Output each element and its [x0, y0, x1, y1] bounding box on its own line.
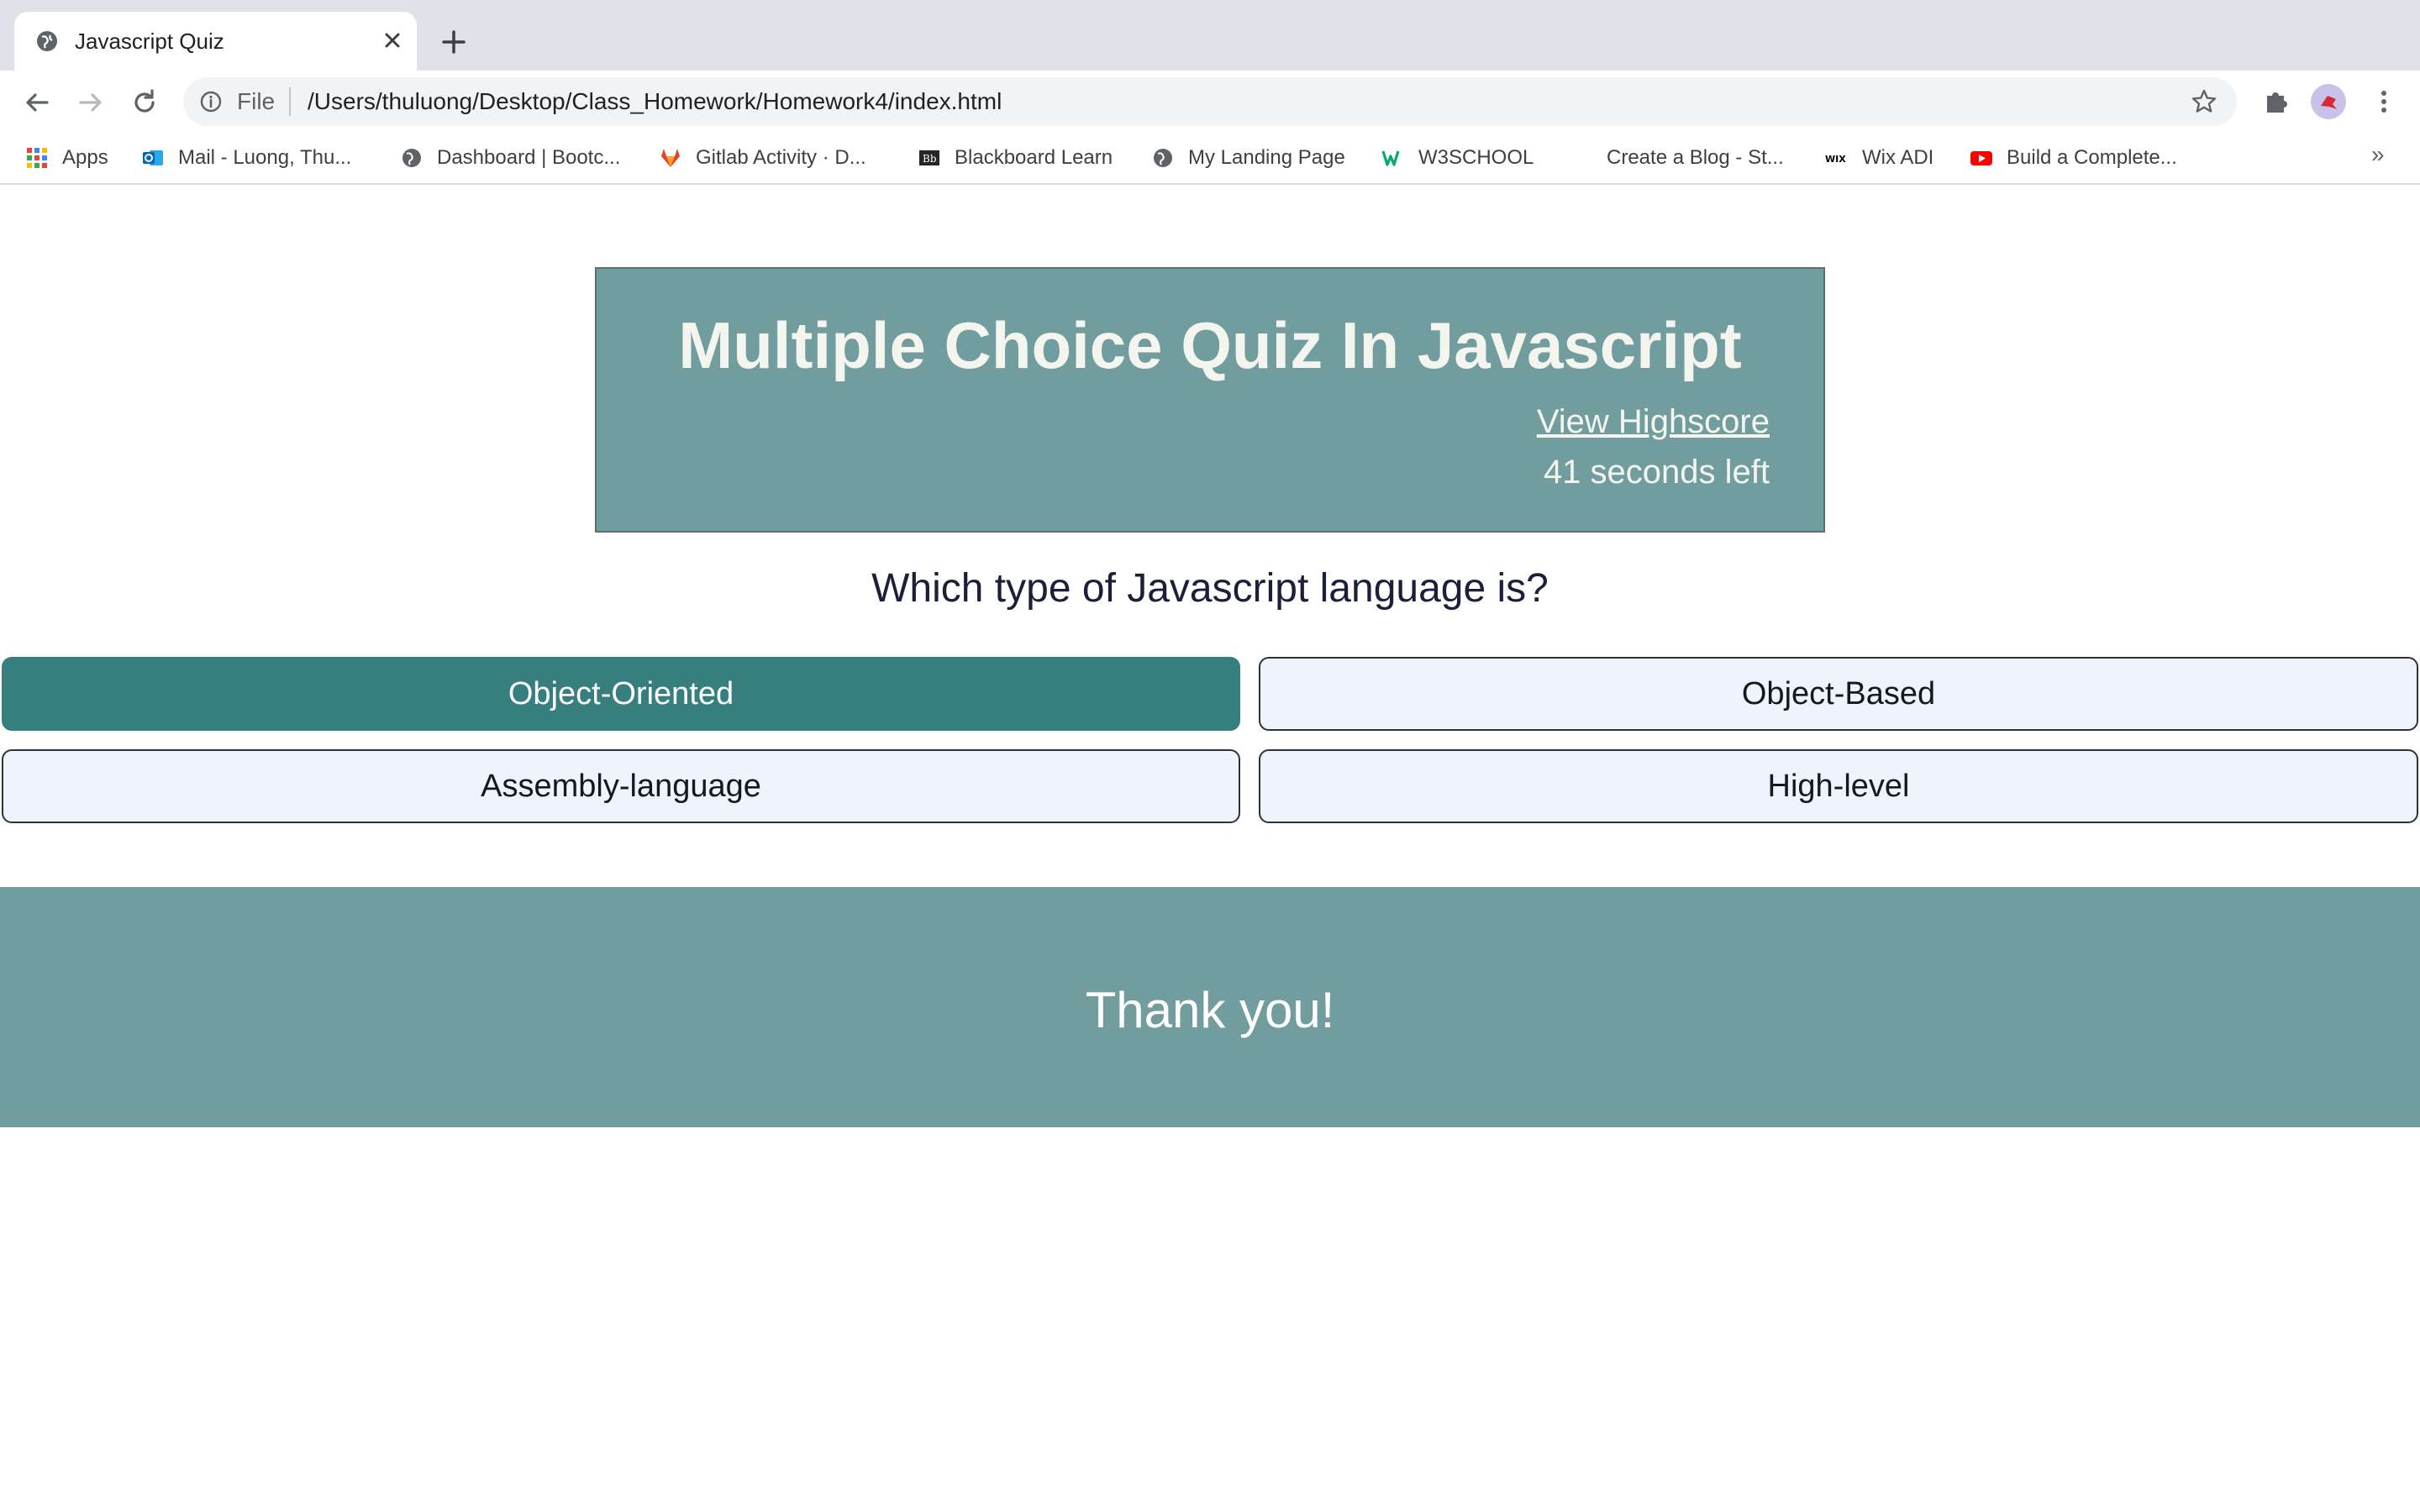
bookmark-youtube[interactable]: Build a Complete... [1970, 143, 2177, 173]
answer-button-assembly-language[interactable]: Assembly-language [2, 749, 1240, 823]
page-title: Multiple Choice Quiz In Javascript [678, 308, 1742, 382]
bookmark-mail[interactable]: Mail - Luong, Thu... [141, 143, 351, 173]
youtube-icon [1970, 151, 1992, 165]
footer-thank-you: Thank you! [1085, 982, 1335, 1038]
bookmarks-bar: Apps Mail - Luong, Thu... Dashboard | Bo… [0, 133, 2420, 185]
question-text: Which type of Javascript language is? [871, 566, 1549, 611]
bookmark-label: Dashboard | Bootc... [437, 146, 621, 169]
bookmark-label: Wix ADI [1862, 146, 1934, 169]
extensions-puzzle-icon[interactable] [2260, 86, 2292, 118]
view-highscore-link[interactable]: View Highscore [1537, 402, 1770, 442]
outlook-icon [143, 150, 163, 165]
bookmark-create-blog[interactable]: Create a Blog - St... [1607, 143, 1784, 173]
quiz-header: Multiple Choice Quiz In Javascript View … [595, 267, 1825, 533]
bookmark-wix[interactable]: WIX Wix ADI [1825, 143, 1933, 173]
kebab-menu-icon[interactable] [2368, 86, 2400, 118]
apps-grid-icon [27, 148, 47, 168]
bookmark-label: Gitlab Activity · D... [696, 146, 866, 169]
bookmark-dashboard[interactable]: Dashboard | Bootc... [400, 143, 620, 173]
bookmark-gitlab[interactable]: Gitlab Activity · D... [659, 143, 866, 173]
w3schools-icon [1381, 150, 1400, 166]
close-icon[interactable] [377, 25, 408, 55]
bookmark-label: Create a Blog - St... [1607, 146, 1784, 169]
bookmark-label: Mail - Luong, Thu... [178, 146, 352, 169]
info-icon[interactable] [198, 89, 224, 114]
globe-icon [402, 149, 421, 167]
bookmarks-overflow-button[interactable]: » [2371, 141, 2385, 168]
plus-icon[interactable] [437, 25, 471, 59]
answer-button-high-level[interactable]: High-level [1259, 749, 2418, 823]
omnibox-divider [289, 87, 291, 116]
profile-avatar[interactable] [2311, 84, 2346, 119]
bookmark-label: Build a Complete... [2007, 146, 2177, 169]
page-footer: Thank you! [0, 887, 2420, 1127]
scheme-label: File [237, 88, 276, 114]
browser-toolbar: File /Users/thuluong/Desktop/Class_Homew… [0, 71, 2420, 133]
bookmark-label: Apps [62, 146, 108, 169]
bookmark-apps[interactable]: Apps [25, 143, 108, 173]
bookmark-landing-page[interactable]: My Landing Page [1151, 143, 1345, 173]
answer-button-object-oriented[interactable]: Object-Oriented [2, 657, 1240, 731]
countdown-timer: 41 seconds left [1543, 454, 1770, 491]
gitlab-icon [661, 149, 680, 167]
back-arrow-icon[interactable] [20, 86, 54, 119]
globe-icon [1154, 149, 1172, 167]
bookmark-star-icon[interactable] [2190, 87, 2218, 116]
browser-tab-strip: Javascript Quiz [0, 0, 2420, 71]
bookmark-label: My Landing Page [1188, 146, 1345, 169]
blackboard-icon: Bb [919, 150, 939, 165]
answer-button-object-based[interactable]: Object-Based [1259, 657, 2418, 731]
tab-title: Javascript Quiz [75, 29, 224, 54]
forward-arrow-icon[interactable] [74, 86, 108, 119]
svg-text:WIX: WIX [1825, 154, 1846, 165]
bookmark-label: W3SCHOOL [1418, 146, 1534, 169]
globe-icon [37, 31, 57, 51]
bookmark-blackboard[interactable]: Bb Blackboard Learn [918, 143, 1113, 173]
reload-icon[interactable] [128, 86, 161, 119]
bookmark-w3school[interactable]: W3SCHOOL [1381, 143, 1534, 173]
address-bar[interactable]: File /Users/thuluong/Desktop/Class_Homew… [183, 77, 2237, 126]
profile-bird-icon [2321, 96, 2337, 109]
url-text[interactable]: /Users/thuluong/Desktop/Class_Homework/H… [308, 89, 1002, 114]
bookmark-label: Blackboard Learn [955, 146, 1113, 169]
browser-tab-active[interactable]: Javascript Quiz [14, 12, 417, 71]
svg-text:Bb: Bb [923, 153, 937, 165]
wix-icon: WIX [1825, 154, 1846, 165]
